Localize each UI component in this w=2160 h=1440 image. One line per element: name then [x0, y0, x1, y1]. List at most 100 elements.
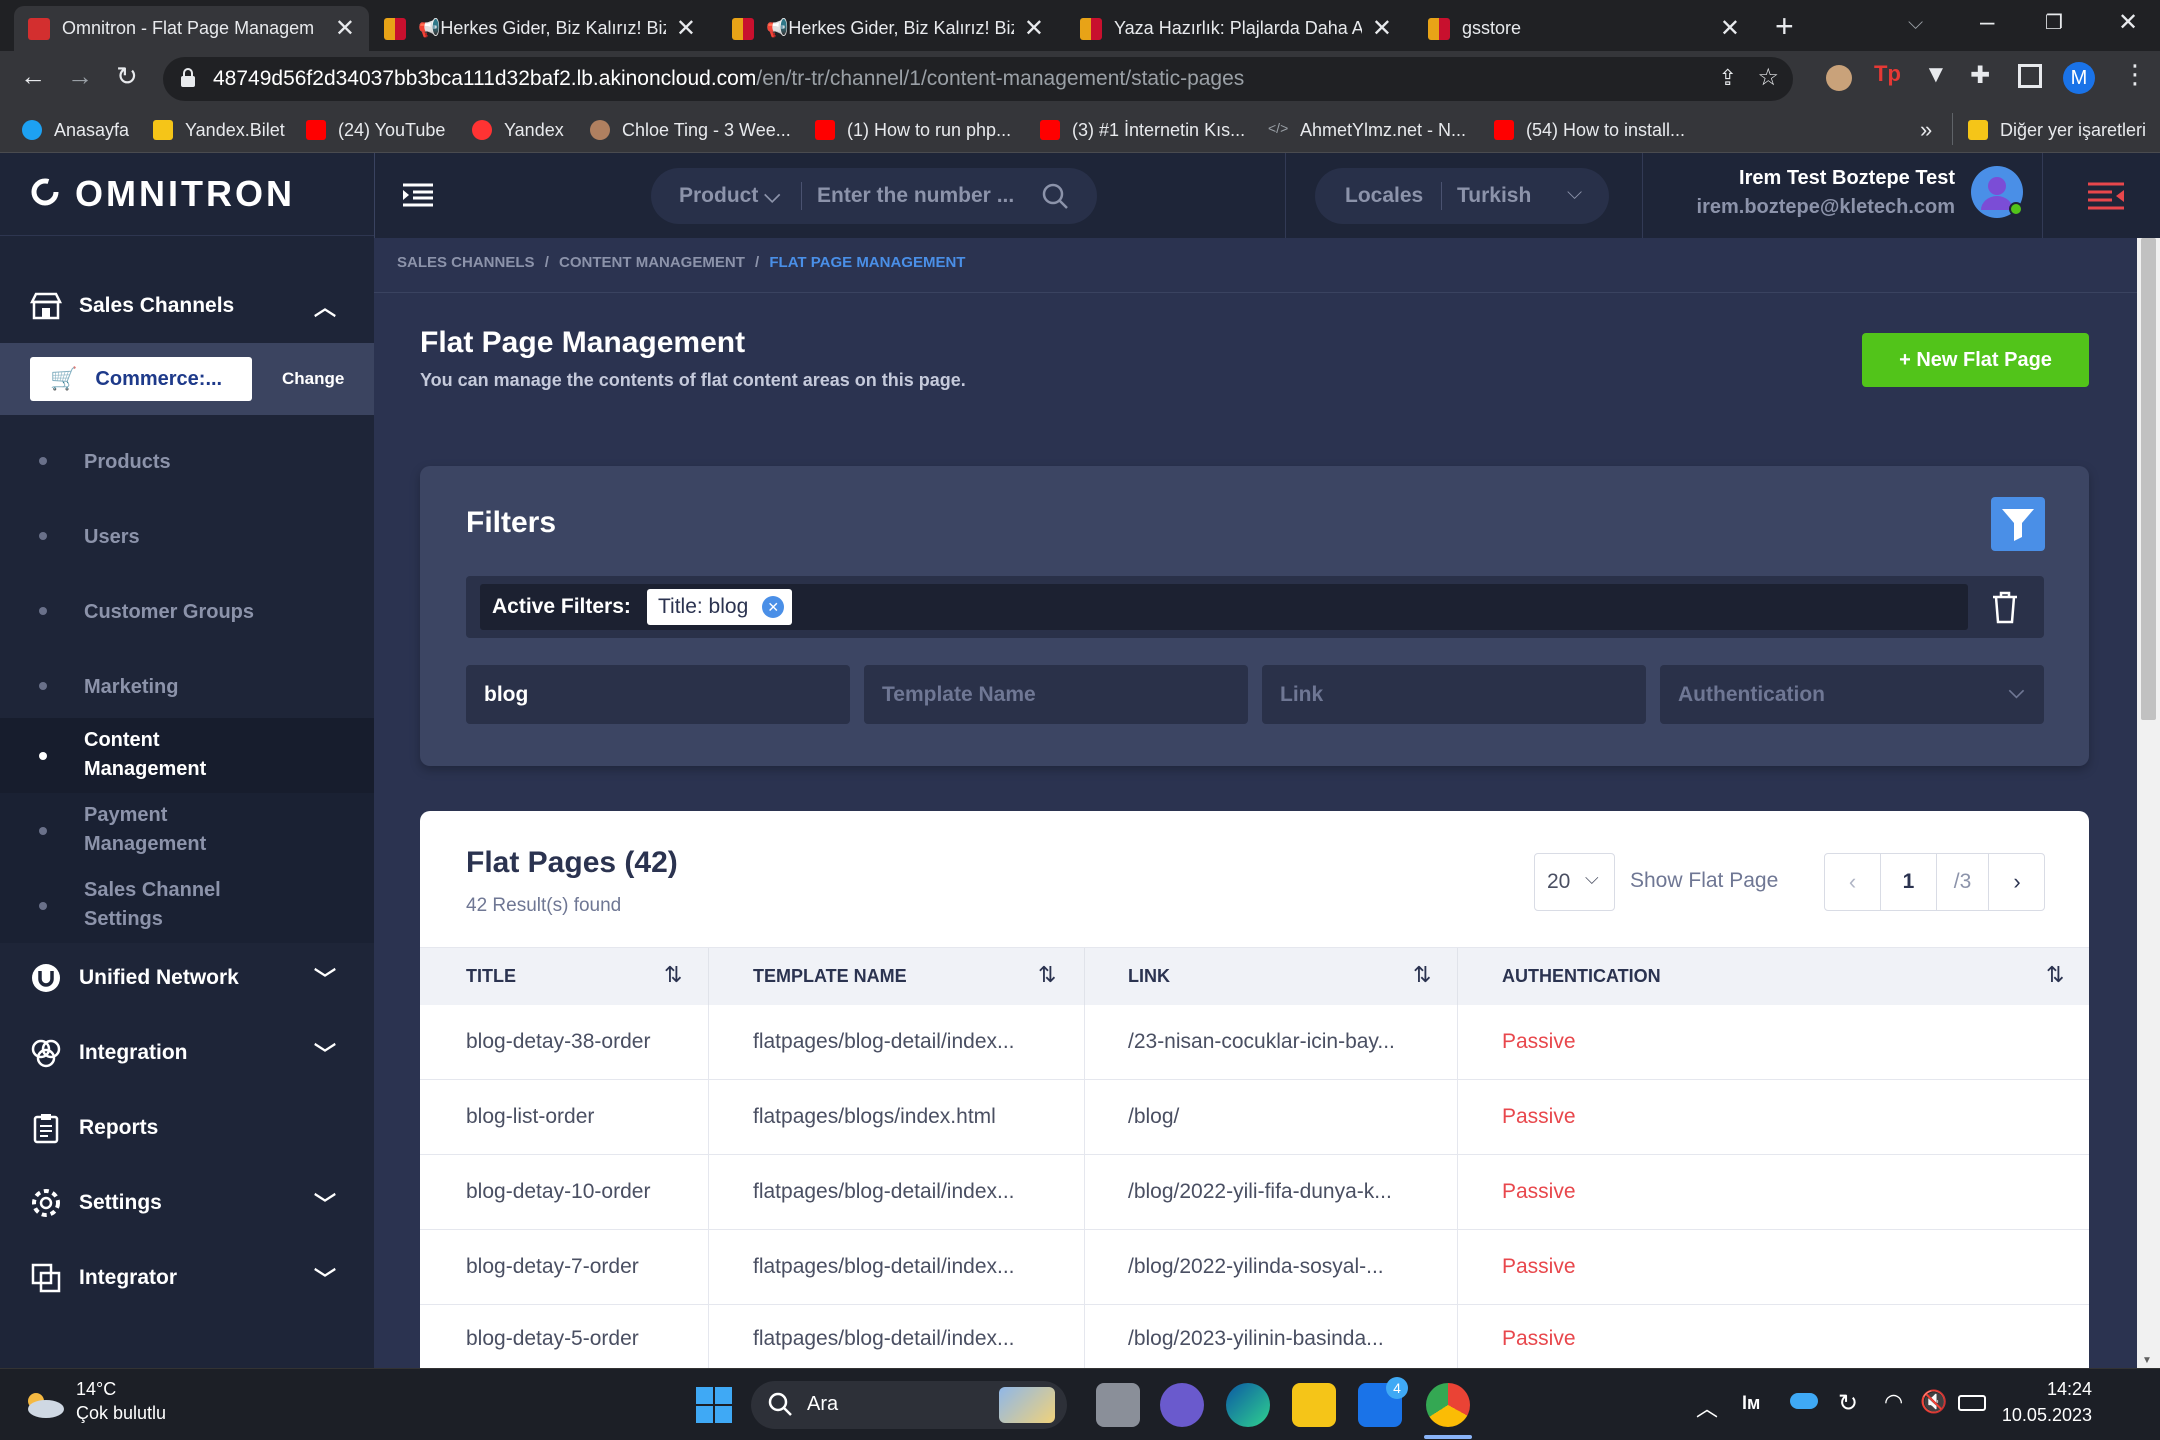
- file-explorer-icon[interactable]: [1292, 1383, 1336, 1427]
- scroll-down-arrow-icon[interactable]: ▼: [2142, 1355, 2152, 1366]
- nav-reports[interactable]: Reports: [0, 1090, 374, 1165]
- channel-name-box[interactable]: 🛒 Commerce:...: [30, 357, 252, 401]
- nav-users[interactable]: Users: [0, 508, 374, 568]
- nav-integrator[interactable]: Integrator ﹀: [0, 1240, 374, 1315]
- title-filter-input[interactable]: blog: [466, 665, 850, 724]
- url-field[interactable]: 48749d56f2d34037bb3bca111d32baf2.lb.akin…: [163, 57, 1793, 101]
- volume-muted-icon[interactable]: 🔇: [1920, 1389, 1947, 1415]
- restore-icon[interactable]: ❐: [2045, 10, 2063, 35]
- search-icon[interactable]: [1041, 182, 1069, 210]
- product-type-select[interactable]: Product ⌵: [679, 184, 780, 208]
- battery-icon[interactable]: [1958, 1395, 1986, 1411]
- back-arrow-icon[interactable]: ←: [20, 61, 46, 92]
- chevron-up-icon[interactable]: ︿: [1696, 1391, 1718, 1423]
- nav-integration[interactable]: Integration ﹀: [0, 1015, 374, 1090]
- scrollbar-thumb[interactable]: [2141, 238, 2156, 720]
- bookmark-item[interactable]: (1) How to run php...: [815, 115, 1011, 145]
- nav-marketing[interactable]: Marketing: [0, 658, 374, 718]
- nav-products[interactable]: Products: [0, 433, 374, 493]
- forward-arrow-icon[interactable]: →: [67, 61, 93, 92]
- nav-unified-network[interactable]: Unified Network ﹀: [0, 940, 374, 1015]
- nav-sales-channel-settings[interactable]: Sales Channel Settings: [0, 868, 374, 943]
- reload-icon[interactable]: ↻: [116, 61, 138, 92]
- table-row[interactable]: blog-detay-5-order flatpages/blog-detail…: [420, 1305, 2089, 1368]
- other-bookmarks-folder[interactable]: Diğer yer işaretleri: [1968, 115, 2146, 145]
- close-tab-icon[interactable]: ✕: [1720, 14, 1740, 43]
- table-row[interactable]: blog-detay-7-order flatpages/blog-detail…: [420, 1230, 2089, 1305]
- browser-tab-4[interactable]: Yaza Hazırlık: Plajlarda Daha Atl ✕: [1066, 6, 1406, 51]
- edge-icon[interactable]: [1226, 1383, 1270, 1427]
- close-tab-icon[interactable]: ✕: [1372, 14, 1392, 43]
- bookmark-item[interactable]: Chloe Ting - 3 Wee...: [590, 115, 791, 145]
- bookmark-item[interactable]: Yandex.Bilet: [153, 115, 285, 145]
- taskbar-search[interactable]: Ara: [751, 1381, 1067, 1429]
- authentication-filter-select[interactable]: Authentication ⌵: [1660, 665, 2044, 724]
- bookmark-item[interactable]: </> AhmetYlmz.net - N...: [1268, 115, 1466, 145]
- table-row[interactable]: blog-list-order flatpages/blogs/index.ht…: [420, 1080, 2089, 1155]
- close-window-icon[interactable]: ✕: [2118, 8, 2138, 37]
- prev-page-button[interactable]: ‹: [1825, 854, 1881, 910]
- current-page-input[interactable]: 1: [1881, 854, 1937, 910]
- locale-selector[interactable]: Locales Turkish ⌵: [1315, 168, 1609, 224]
- onedrive-icon[interactable]: [1790, 1393, 1818, 1409]
- browser-tab-5[interactable]: gsstore ✕: [1414, 6, 1754, 51]
- filter-toggle-button[interactable]: [1991, 497, 2045, 551]
- profile-avatar[interactable]: M: [2063, 62, 2095, 94]
- teams-chat-icon[interactable]: [1160, 1383, 1204, 1427]
- new-tab-icon[interactable]: +: [1775, 8, 1794, 45]
- extension-v-icon[interactable]: ▼: [1924, 61, 1948, 89]
- extension-tp-icon[interactable]: Tp: [1874, 61, 1901, 87]
- breadcrumb-sales-channels[interactable]: SALES CHANNELS: [397, 254, 535, 271]
- share-icon[interactable]: ⇪: [1719, 65, 1737, 91]
- tray-app-icon[interactable]: lᴍ: [1742, 1393, 1760, 1414]
- trash-icon[interactable]: [1990, 590, 2020, 624]
- bookmark-item[interactable]: (3) #1 İnternetin Kıs...: [1040, 115, 1245, 145]
- page-scrollbar[interactable]: ▲ ▼: [2137, 238, 2160, 1368]
- nav-payment-management[interactable]: Payment Management: [0, 793, 374, 868]
- remove-filter-icon[interactable]: ✕: [762, 596, 785, 618]
- menu-collapse-icon[interactable]: [403, 183, 433, 207]
- bookmark-item[interactable]: (24) YouTube: [306, 115, 445, 145]
- extensions-puzzle-icon[interactable]: ✚: [1970, 61, 1990, 90]
- sort-icon[interactable]: ⇅: [664, 962, 682, 988]
- browser-tab-omnitron[interactable]: Omnitron - Flat Page Managem ✕: [14, 6, 369, 51]
- new-flat-page-button[interactable]: + New Flat Page: [1862, 333, 2089, 387]
- user-avatar[interactable]: [1971, 166, 2023, 218]
- browser-tab-2[interactable]: 📢Herkes Gider, Biz Kalırız! Biz ✕: [370, 6, 710, 51]
- windows-start-icon[interactable]: [694, 1385, 734, 1425]
- header-search-input[interactable]: Enter the number ...: [817, 184, 1027, 208]
- nav-settings[interactable]: Settings ﹀: [0, 1165, 374, 1240]
- browser-menu-icon[interactable]: ⋮: [2122, 59, 2148, 90]
- tab-search-chevron-icon[interactable]: ⌵: [1908, 12, 1923, 35]
- chrome-icon[interactable]: [1426, 1383, 1470, 1427]
- bookmarks-overflow-button[interactable]: »: [1920, 115, 1932, 145]
- close-tab-icon[interactable]: ✕: [676, 14, 696, 43]
- bookmark-star-icon[interactable]: ☆: [1757, 63, 1779, 92]
- table-row[interactable]: blog-detay-10-order flatpages/blog-detai…: [420, 1155, 2089, 1230]
- nav-customer-groups[interactable]: Customer Groups: [0, 583, 374, 643]
- task-view-icon[interactable]: [1096, 1383, 1140, 1427]
- minimize-icon[interactable]: –: [1980, 6, 1994, 37]
- bookmark-item[interactable]: Anasayfa: [22, 115, 129, 145]
- sort-icon[interactable]: ⇅: [1413, 962, 1431, 988]
- close-tab-icon[interactable]: ✕: [1024, 14, 1044, 43]
- bookmark-item[interactable]: (54) How to install...: [1494, 115, 1685, 145]
- sort-icon[interactable]: ⇅: [2046, 962, 2064, 988]
- page-size-select[interactable]: 20 ⌵: [1534, 853, 1615, 911]
- bookmark-item[interactable]: Yandex: [472, 115, 564, 145]
- template-name-filter-input[interactable]: Template Name: [864, 665, 1248, 724]
- sort-icon[interactable]: ⇅: [1038, 962, 1056, 988]
- breadcrumb-content-management[interactable]: CONTENT MANAGEMENT: [559, 254, 745, 271]
- notifications-menu-icon[interactable]: [2088, 182, 2124, 210]
- wifi-icon[interactable]: ◠: [1884, 1389, 1903, 1415]
- nav-content-management[interactable]: Content Management: [0, 718, 374, 793]
- nav-sales-channels[interactable]: Sales Channels ︿: [0, 268, 374, 343]
- extension-owl-icon[interactable]: [1826, 65, 1852, 91]
- close-tab-icon[interactable]: ✕: [335, 14, 355, 43]
- sync-icon[interactable]: ↻: [1838, 1389, 1858, 1418]
- table-row[interactable]: blog-detay-38-order flatpages/blog-detai…: [420, 1005, 2089, 1080]
- mail-icon[interactable]: 4: [1358, 1377, 1408, 1427]
- side-panel-icon[interactable]: [2018, 64, 2042, 88]
- link-filter-input[interactable]: Link: [1262, 665, 1646, 724]
- next-page-button[interactable]: ›: [1989, 854, 2045, 910]
